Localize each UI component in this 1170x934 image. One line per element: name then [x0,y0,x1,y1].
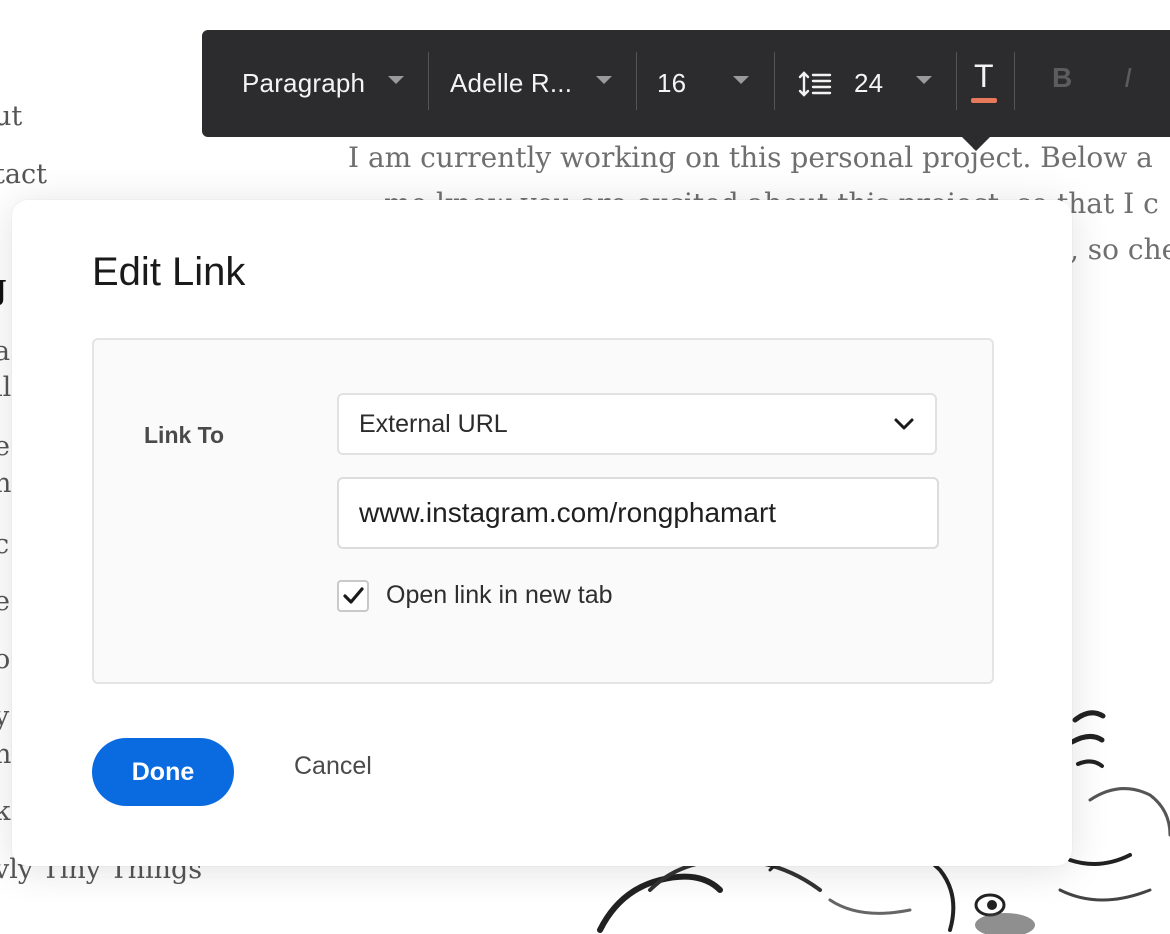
chevron-down-icon [596,76,612,84]
divider [956,52,957,110]
link-to-label: Link To [144,422,225,448]
divider [1014,52,1015,110]
divider [774,52,775,110]
text-color-swatch [971,98,997,103]
link-type-select[interactable]: External URL [337,393,937,455]
open-new-tab-label[interactable]: Open link in new tab [386,581,613,610]
divider [636,52,637,110]
toolbar-pointer [962,137,990,151]
font-size-dropdown[interactable]: 16 [657,30,767,137]
font-family-label: Adelle R... [450,68,573,98]
italic-button[interactable]: I [1124,62,1132,94]
line-height-dropdown[interactable]: 24 [798,30,938,137]
line-height-icon [798,70,832,97]
nav-item[interactable]: e [0,433,10,460]
text-color-icon: T [974,58,994,94]
link-settings-panel: Link To External URL Open link in new ta… [92,338,994,684]
link-type-value: External URL [359,409,508,438]
url-input[interactable] [337,477,939,549]
nav-item[interactable]: y [0,703,9,730]
line-height-label: 24 [854,68,884,98]
checkmark-icon [343,587,364,604]
nav-item[interactable]: k [0,798,10,825]
nav-item[interactable]: o [0,646,10,673]
chevron-down-icon [916,76,932,84]
nav-item-about[interactable]: ut [0,103,22,130]
edit-link-dialog: Edit Link Link To External URL Open link… [12,200,1072,866]
open-new-tab-checkbox[interactable] [337,580,369,612]
chevron-down-icon [733,76,749,84]
nav-item[interactable]: e [0,588,10,615]
text-format-toolbar: Paragraph Adelle R... 16 24 T B I [202,30,1170,151]
nav-item[interactable]: a [0,338,10,365]
done-button[interactable]: Done [92,738,234,806]
nav-item[interactable]: c [0,531,9,558]
paragraph-style-dropdown[interactable]: Paragraph [242,30,422,137]
nav-item[interactable]: ıl [0,374,11,401]
nav-heading: J [0,276,7,307]
chevron-down-icon [388,76,404,84]
nav-item-contact[interactable]: tact [0,161,47,188]
dialog-title: Edit Link [92,250,246,294]
body-line: I am currently working on this personal … [348,141,1153,174]
cancel-button[interactable]: Cancel [294,752,372,781]
paragraph-style-label: Paragraph [242,68,366,98]
divider [428,52,429,110]
bold-button[interactable]: B [1052,62,1072,94]
font-size-label: 16 [657,68,687,98]
font-family-dropdown[interactable]: Adelle R... [450,30,630,137]
chevron-down-icon [894,418,914,430]
